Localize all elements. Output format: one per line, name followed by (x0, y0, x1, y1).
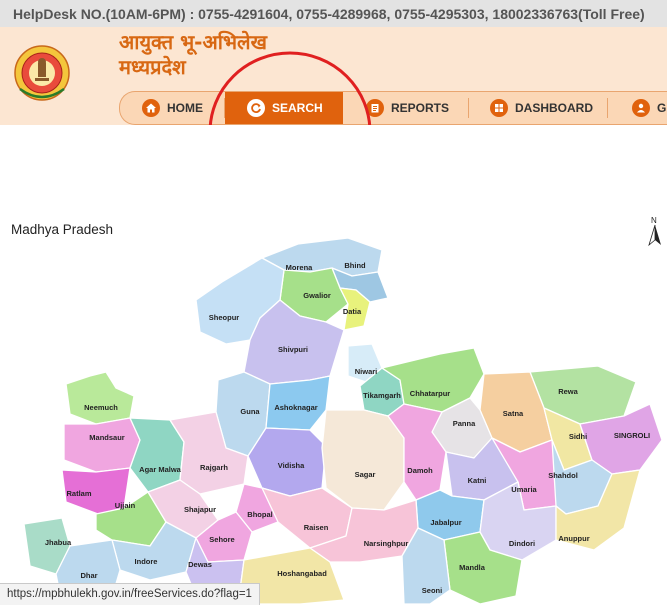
mp-district-map: Morena Bhind Gwalior Datia Sheopur Shivp… (23, 237, 663, 604)
district-shape[interactable] (65, 371, 135, 425)
district-label: Satna (503, 409, 524, 418)
district-label: Guna (240, 407, 260, 416)
district-label: Sidhi (569, 432, 587, 441)
district-label: Seoni (422, 586, 442, 595)
district-label: Gwalior (303, 291, 331, 300)
mp-emblem-logo[interactable] (14, 37, 70, 115)
nav-more-label: G (657, 101, 667, 115)
district-label: Dewas (188, 560, 212, 569)
dashboard-icon (490, 99, 508, 117)
district-label: Panna (453, 419, 476, 428)
home-icon (142, 99, 160, 117)
district-label: Dindori (509, 539, 535, 548)
helpdesk-text: HelpDesk NO.(10AM-6PM) : 0755-4291604, 0… (13, 6, 645, 22)
district-label: Mandsaur (89, 433, 125, 442)
district-label: Mandla (459, 563, 486, 572)
district-label: Agar Malwa (139, 465, 182, 474)
district-label: Chhatarpur (410, 389, 451, 398)
district-label: Ratlam (66, 489, 91, 498)
district-label: Rewa (558, 387, 578, 396)
status-bar-url: https://mpbhulekh.gov.in/freeServices.do… (0, 583, 260, 605)
district-label: Sehore (209, 535, 234, 544)
district-label: Neemuch (84, 403, 118, 412)
map-area: Madhya Pradesh N Morena Bhind Gwalior Da… (0, 125, 667, 604)
district-label: Bhopal (247, 510, 272, 519)
district-label: Shivpuri (278, 345, 308, 354)
district-label: Ujjain (115, 501, 136, 510)
district-label: Bhind (344, 261, 366, 270)
district-label: Shahdol (548, 471, 578, 480)
district-label: Raisen (304, 523, 329, 532)
district-label: Katni (468, 476, 487, 485)
district-label: Shajapur (184, 505, 216, 514)
helpdesk-bar: HelpDesk NO.(10AM-6PM) : 0755-4291604, 0… (0, 0, 667, 28)
district-label: Indore (135, 557, 158, 566)
district-label: Niwari (355, 367, 378, 376)
district-label: Jhabua (45, 538, 72, 547)
district-shape[interactable] (63, 417, 141, 473)
nav-divider (607, 98, 608, 118)
district-label: Vidisha (278, 461, 305, 470)
district-label: Jabalpur (430, 518, 461, 527)
district-label: Narsinghpur (364, 539, 409, 548)
nav-home-button[interactable]: HOME (142, 92, 203, 124)
emblem-icon (14, 45, 70, 101)
district-label: Morena (286, 263, 314, 272)
district-label: Sheopur (209, 313, 239, 322)
nav-dashboard-button[interactable]: DASHBOARD (490, 92, 593, 124)
main-nav: HOME SEARCH REPORTS DASHBOARD G (119, 91, 667, 125)
district-label: Dhar (80, 571, 97, 580)
district-shape[interactable] (321, 409, 405, 511)
district-label: Anuppur (558, 534, 589, 543)
nav-dashboard-label: DASHBOARD (515, 101, 593, 115)
district-label: Ashoknagar (274, 403, 317, 412)
nav-home-label: HOME (167, 101, 203, 115)
district-label: SINGROLI (614, 431, 650, 440)
district-label: Rajgarh (200, 463, 228, 472)
district-label: Sagar (355, 470, 376, 479)
district-label: Damoh (407, 466, 433, 475)
district-label: Tikamgarh (363, 391, 401, 400)
nav-divider (468, 98, 469, 118)
district-label: Datia (343, 307, 362, 316)
person-icon (632, 99, 650, 117)
nav-reports-label: REPORTS (391, 101, 450, 115)
nav-more-button[interactable]: G (632, 92, 666, 124)
district-label: Hoshangabad (277, 569, 327, 578)
district-label: Umaria (511, 485, 537, 494)
